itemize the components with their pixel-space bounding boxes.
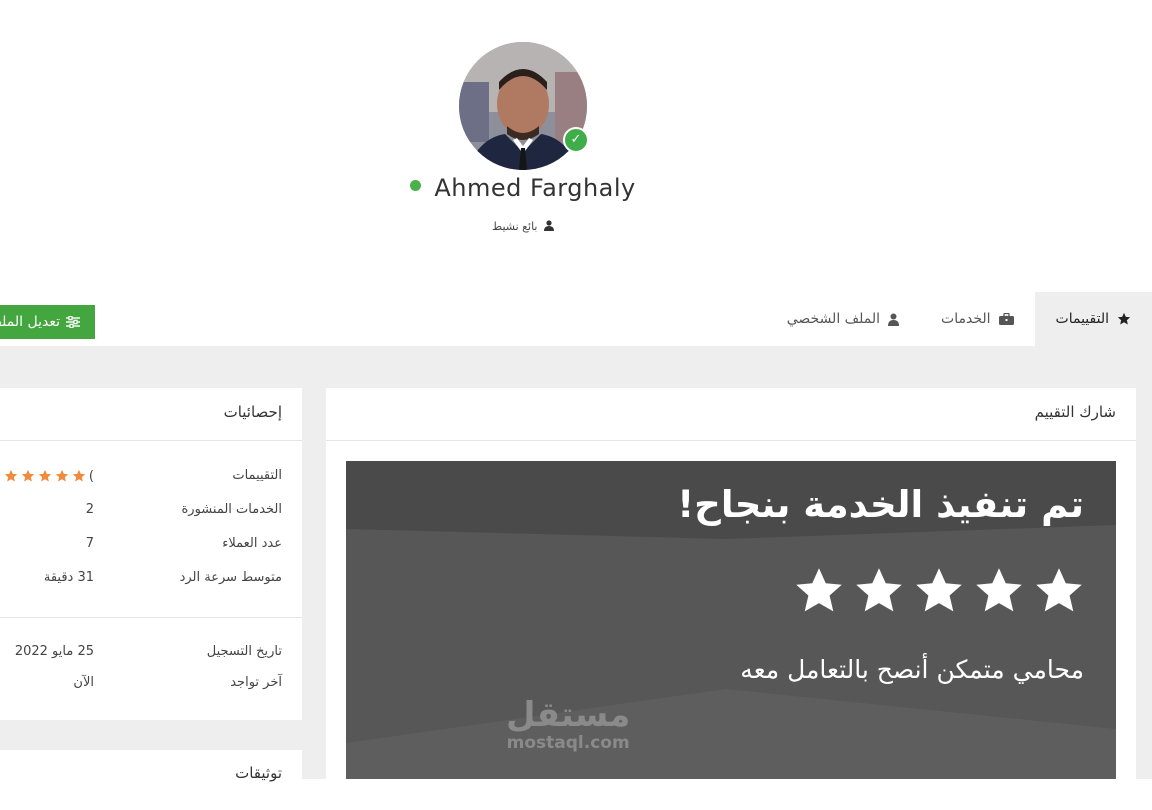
- stat-label: متوسط سرعة الرد: [179, 570, 282, 585]
- stat-label: عدد العملاء: [222, 536, 282, 551]
- tab-label: الملف الشخصي: [786, 311, 881, 327]
- tab-reviews[interactable]: التقييمات: [1034, 292, 1152, 346]
- divider: [0, 440, 302, 441]
- verified-check-icon: ✓: [563, 127, 589, 153]
- star-icon: [916, 568, 962, 612]
- star-icon: [1117, 312, 1131, 326]
- stat-row-clients: عدد العملاء 7: [0, 536, 302, 558]
- banner-rating-stars: [792, 565, 1086, 617]
- star-icon: [856, 568, 902, 612]
- banner-review-text: محامي متمكن أنصح بالتعامل معه: [740, 655, 1084, 684]
- online-status-dot: [410, 179, 422, 191]
- stat-value: 2: [85, 502, 94, 517]
- verifications-card: توثيقات: [0, 750, 302, 810]
- divider: [326, 440, 1136, 441]
- stat-row-last-seen: آخر تواجد الآن: [0, 675, 302, 697]
- stat-row-response-time: متوسط سرعة الرد 31 دقيقة: [0, 570, 302, 592]
- watermark-domain: mostaql.com: [506, 733, 630, 753]
- stat-value: 7: [85, 536, 94, 551]
- sliders-icon: [66, 316, 80, 328]
- tab-services[interactable]: الخدمات: [920, 292, 1035, 346]
- star-icon: [1036, 568, 1082, 612]
- star-icon: [976, 568, 1022, 612]
- star-icon: [4, 469, 18, 482]
- statistics-title: إحصائيات: [223, 403, 282, 421]
- stat-label: تاريخ التسجيل: [206, 644, 282, 659]
- stat-row-registration-date: تاريخ التسجيل 25 مايو 2022: [0, 644, 302, 666]
- stat-label: الخدمات المنشورة: [181, 502, 283, 517]
- profile-name: Ahmed Farghaly: [434, 174, 636, 202]
- tab-label: الخدمات: [941, 311, 991, 327]
- edit-profile-button[interactable]: تعديل الملف الشخصي: [0, 305, 95, 339]
- watermark-arabic: مستقل: [506, 695, 631, 735]
- briefcase-icon: [998, 313, 1014, 325]
- star-icon: [38, 469, 52, 482]
- star-icon: [55, 469, 69, 482]
- stat-label: التقييمات: [232, 468, 282, 483]
- edit-profile-label: تعديل الملف الشخصي: [0, 314, 60, 330]
- star-icon: [21, 469, 35, 482]
- star-icon: [72, 469, 86, 482]
- rating-count-partial: (: [88, 469, 94, 484]
- share-review-card: شارك التقييم تم تنفيذ الخدمة بنجاح! محام…: [326, 388, 1136, 779]
- tab-label: التقييمات: [1055, 311, 1109, 327]
- profile-header: ✓ Ahmed Farghaly بائع نشيط الملف الشخصي …: [0, 0, 1152, 346]
- user-icon: [543, 220, 554, 234]
- verifications-title: توثيقات: [235, 764, 282, 782]
- statistics-card: إحصائيات التقييمات ( الخدمات المنشورة 2 …: [0, 388, 302, 720]
- profile-tabs: الملف الشخصي الخدمات التقييمات: [766, 292, 1152, 346]
- user-icon: [888, 313, 900, 326]
- profile-name-row: Ahmed Farghaly: [0, 174, 1046, 208]
- rating-stars: (: [4, 469, 94, 484]
- stat-value: 31 دقيقة: [43, 570, 94, 585]
- seller-badge-label: بائع نشيط: [492, 220, 538, 233]
- stat-row-ratings: التقييمات (: [0, 468, 302, 490]
- stat-value: 25 مايو 2022: [14, 644, 94, 659]
- banner-headline: تم تنفيذ الخدمة بنجاح!: [677, 483, 1084, 526]
- review-banner-image[interactable]: تم تنفيذ الخدمة بنجاح! محامي متمكن أنصح …: [346, 461, 1116, 779]
- seller-badge: بائع نشيط: [0, 220, 1046, 234]
- divider: [0, 617, 302, 618]
- stat-label: آخر تواجد: [230, 675, 282, 690]
- tab-profile[interactable]: الملف الشخصي: [766, 292, 920, 346]
- share-review-title: شارك التقييم: [1034, 403, 1116, 421]
- stat-value: الآن: [73, 675, 94, 690]
- star-icon: [796, 568, 842, 612]
- stat-row-published-services: الخدمات المنشورة 2: [0, 502, 302, 524]
- mostaql-watermark-logo: مستقل mostaql.com: [506, 697, 630, 753]
